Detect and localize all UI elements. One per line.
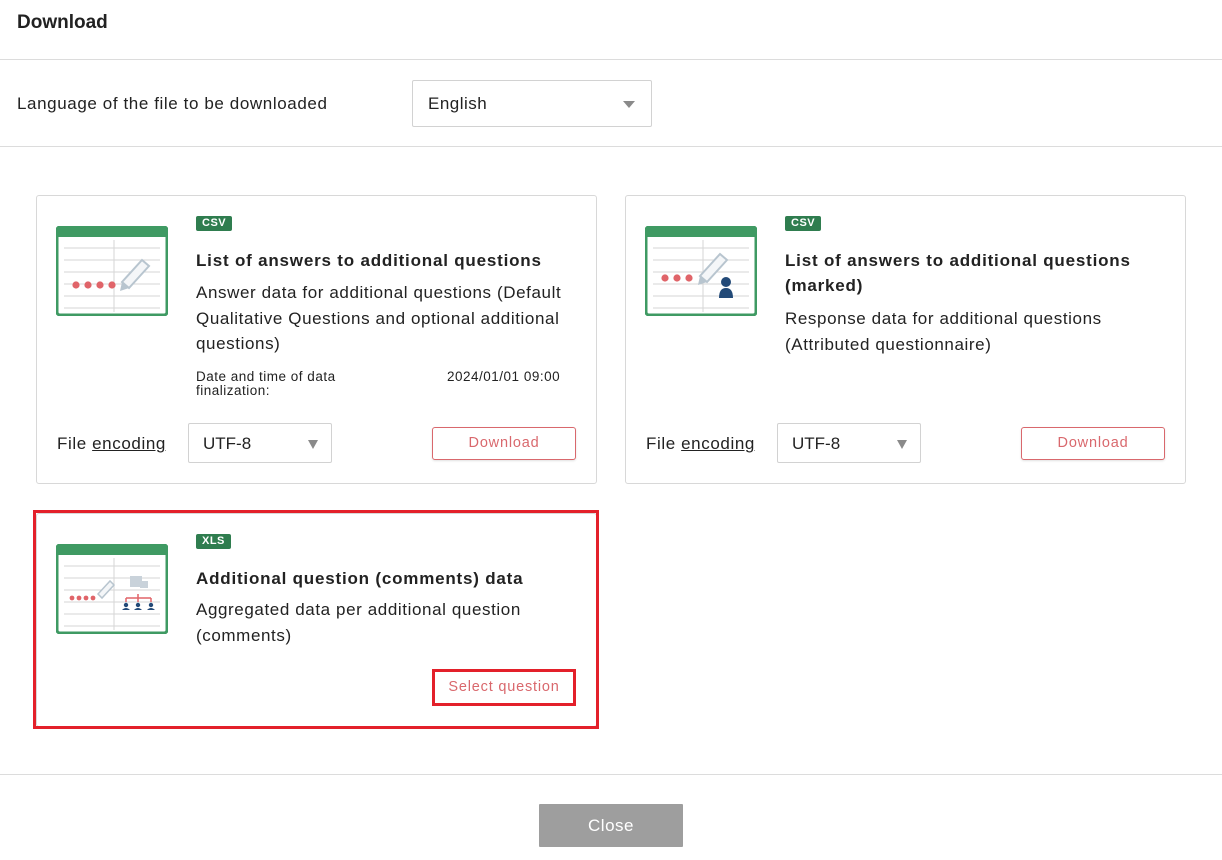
dialog-header: Download <box>0 0 1222 60</box>
select-question-button[interactable]: Select question <box>432 669 576 706</box>
spreadsheet-edit-icon <box>56 226 168 316</box>
card-title: List of answers to additional questions <box>196 251 542 270</box>
file-type-badge: CSV <box>196 216 233 231</box>
card-description: Response data for additional questions (… <box>785 309 1102 354</box>
file-encoding-label: File encoding <box>646 434 755 454</box>
encoding-help-link[interactable]: encoding <box>681 434 755 453</box>
download-card-answers: CSV List of answers to additional questi… <box>36 195 597 484</box>
language-row: Language of the file to be downloaded En… <box>0 61 1222 147</box>
encoding-select[interactable]: UTF-8 <box>188 423 332 463</box>
language-select[interactable]: English <box>412 80 652 127</box>
card-title: List of answers to additional questions … <box>785 251 1131 295</box>
finalization-date-label: Date and time of data finalization: <box>196 369 336 398</box>
close-button[interactable]: Close <box>539 804 683 847</box>
file-type-badge: CSV <box>785 216 822 231</box>
card-title: Additional question (comments) data <box>196 569 524 588</box>
download-card-comments: XLS Additional question (comments) data … <box>36 513 597 727</box>
card-description: Aggregated data per additional question … <box>196 600 521 645</box>
download-card-answers-marked: CSV List of answers to additional questi… <box>625 195 1186 484</box>
dialog-title: Download <box>17 12 108 33</box>
finalization-date-value: 2024/01/01 09:00 <box>447 369 561 384</box>
file-encoding-prefix: File <box>57 434 93 453</box>
file-encoding-label: File encoding <box>57 434 166 454</box>
encoding-select[interactable]: UTF-8 <box>777 423 921 463</box>
download-button[interactable]: Download <box>1021 427 1165 460</box>
download-button[interactable]: Download <box>432 427 576 460</box>
file-type-badge: XLS <box>196 534 231 549</box>
encoding-select-value: UTF-8 <box>203 434 252 453</box>
dialog-footer: Close <box>0 774 1222 860</box>
chevron-down-icon <box>623 101 635 108</box>
spreadsheet-person-icon <box>645 226 757 316</box>
card-description: Answer data for additional questions (De… <box>196 283 562 353</box>
language-label: Language of the file to be downloaded <box>17 94 328 113</box>
file-encoding-prefix: File <box>646 434 682 453</box>
caret-down-icon <box>308 440 318 449</box>
encoding-select-value: UTF-8 <box>792 434 841 453</box>
language-select-value: English <box>428 94 488 113</box>
encoding-help-link[interactable]: encoding <box>92 434 166 453</box>
spreadsheet-hierarchy-icon <box>56 544 168 634</box>
caret-down-icon <box>897 440 907 449</box>
